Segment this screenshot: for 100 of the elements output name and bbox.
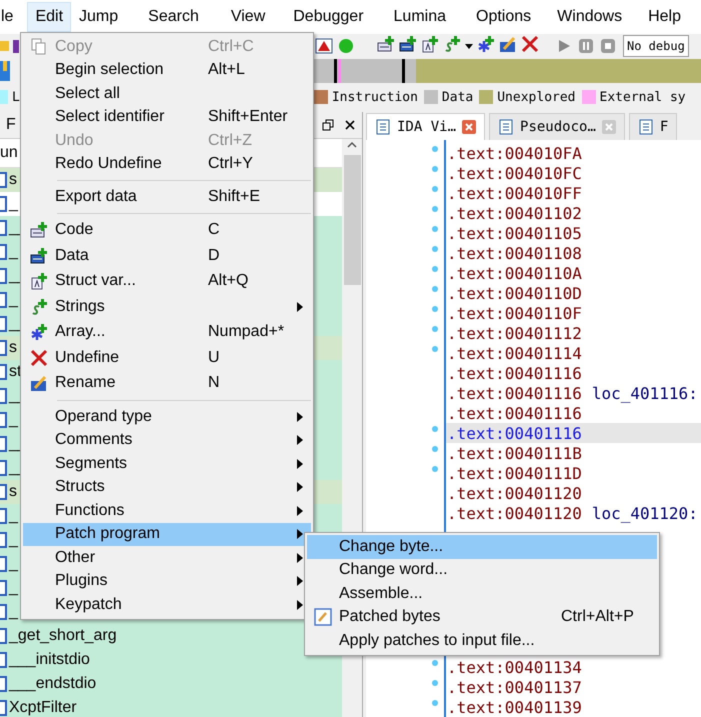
circle-icon — [337, 37, 355, 55]
function-icon — [0, 699, 7, 717]
code-line[interactable]: .text:00401112 — [446, 323, 701, 343]
menu-item[interactable]: Change word... — [307, 558, 657, 582]
dropdown-arrow-icon — [465, 44, 473, 48]
rename-icon — [499, 34, 517, 52]
menu-title[interactable]: Debugger — [285, 2, 372, 32]
menu-title[interactable]: le — [0, 2, 22, 32]
function-icon — [0, 675, 7, 693]
function-icon — [0, 555, 7, 573]
legend-label: External sy — [600, 90, 686, 104]
code-line[interactable]: .text:0040110F — [446, 303, 701, 323]
code-add-icon — [30, 221, 48, 240]
code-line[interactable]: .text:00401114 — [446, 343, 701, 363]
function-icon — [0, 219, 7, 237]
tab[interactable]: Pseudoco… — [489, 113, 625, 140]
legend-label: Unexplored — [497, 90, 576, 104]
stop-icon — [599, 37, 617, 55]
function-icon — [0, 267, 7, 285]
menu-item[interactable]: Redo Undefine Ctrl+Y — [23, 152, 311, 176]
debugger-select[interactable]: No debug — [623, 35, 689, 57]
menu-title[interactable]: Search — [140, 2, 207, 32]
function-row[interactable]: ___endstdio — [0, 672, 342, 696]
restore-icon — [322, 119, 334, 131]
menu-title[interactable]: Lumina — [386, 2, 454, 32]
menu-title[interactable]: Options — [468, 2, 540, 32]
data-add-icon — [30, 246, 48, 265]
code-label: loc_401116: — [592, 384, 698, 402]
code-add-icon — [377, 34, 395, 52]
function-icon — [0, 459, 7, 477]
code-line[interactable]: .text:00401134 — [446, 657, 701, 677]
close-icon — [30, 348, 48, 367]
function-row[interactable]: ___initstdio — [0, 648, 342, 672]
code-line[interactable]: .text:00401120 loc_401120: — [446, 503, 701, 523]
menu-item[interactable]: Assemble... — [307, 582, 657, 606]
code-line[interactable]: .text:0040110D — [446, 283, 701, 303]
menu-item[interactable]: Structs — [23, 476, 311, 499]
function-icon — [0, 291, 7, 309]
code-line[interactable]: .text:00401139 — [446, 697, 701, 717]
menu-item[interactable]: Patch program — [23, 522, 311, 546]
menu-item[interactable]: Select all — [23, 82, 311, 106]
menu-item[interactable]: Struct var... Alt+Q — [23, 268, 311, 294]
code-line[interactable]: .text:00401116 loc_401116: — [446, 383, 701, 403]
toolbar-icon — [13, 40, 19, 52]
menu-item[interactable]: Strings — [23, 294, 311, 320]
function-icon — [0, 483, 7, 501]
menu-item[interactable]: Undefine U — [23, 345, 311, 370]
array-add-icon — [30, 323, 48, 342]
code-line[interactable]: .text:00401137 — [446, 677, 701, 697]
menu-item[interactable]: Segments — [23, 452, 311, 476]
code-line[interactable]: .text:0040111D — [446, 463, 701, 483]
menu-item[interactable]: Comments — [23, 428, 311, 452]
code-line[interactable]: .text:00401120 — [446, 483, 701, 503]
code-line[interactable]: .text:004010FA — [446, 143, 701, 163]
function-icon — [0, 171, 7, 189]
menu-item[interactable]: Code C — [23, 218, 311, 243]
function-icon — [0, 507, 7, 525]
code-line[interactable]: .text:0040111B — [446, 443, 701, 463]
code-line[interactable]: .text:0040110A — [446, 263, 701, 283]
function-icon — [0, 627, 7, 645]
struct-add-icon — [421, 34, 439, 52]
function-row[interactable]: XcptFilter — [0, 696, 342, 717]
menu-item[interactable]: Change byte... — [307, 535, 657, 558]
code-line[interactable]: .text:004010FF — [446, 183, 701, 203]
code-line[interactable]: .text:00401108 — [446, 243, 701, 263]
struct-add-icon — [30, 272, 48, 290]
menu-title[interactable]: Edit — [27, 2, 72, 32]
array-add-icon — [477, 34, 495, 52]
code-label: loc_401120: — [592, 504, 698, 522]
function-icon — [0, 579, 7, 597]
legend-label: Data — [442, 90, 474, 104]
menu-item[interactable]: Rename N — [23, 370, 311, 396]
close-icon — [602, 120, 616, 134]
menu-item[interactable]: Functions — [23, 499, 311, 522]
menu-title[interactable]: View — [222, 2, 274, 32]
function-icon — [0, 435, 7, 453]
navigation-band[interactable] — [312, 59, 701, 83]
tab[interactable]: IDA Vi… — [366, 113, 486, 140]
code-line[interactable]: .text:00401105 — [446, 223, 701, 243]
code-line[interactable]: .text:00401116 — [446, 363, 701, 383]
data-add-icon — [399, 34, 417, 52]
code-line[interactable]: .text:00401102 — [446, 203, 701, 223]
menu-title[interactable]: Help — [640, 2, 689, 32]
menu-title[interactable]: Jump — [71, 2, 126, 32]
code-line[interactable]: .text:004010FC — [446, 163, 701, 183]
tab[interactable]: F — [628, 113, 678, 140]
function-icon — [0, 243, 7, 261]
menu-item[interactable]: Array... Numpad+* — [23, 320, 311, 345]
menu-item[interactable]: Data D — [23, 243, 311, 268]
code-line[interactable]: .text:00401116 — [446, 403, 701, 423]
legend-label: Instruction — [332, 90, 418, 104]
scrollbar-thumb[interactable] — [344, 155, 360, 285]
document-icon — [638, 119, 654, 135]
menu-title[interactable]: Windows — [549, 2, 630, 32]
menu-item[interactable]: Export data Shift+E — [23, 185, 311, 208]
function-icon — [0, 603, 7, 621]
menu-item[interactable]: Select identifier Shift+Enter — [23, 106, 311, 129]
menu-item[interactable]: Begin selection Alt+L — [23, 58, 311, 82]
menu-item[interactable]: Operand type — [23, 405, 311, 428]
rename-icon — [30, 374, 48, 392]
